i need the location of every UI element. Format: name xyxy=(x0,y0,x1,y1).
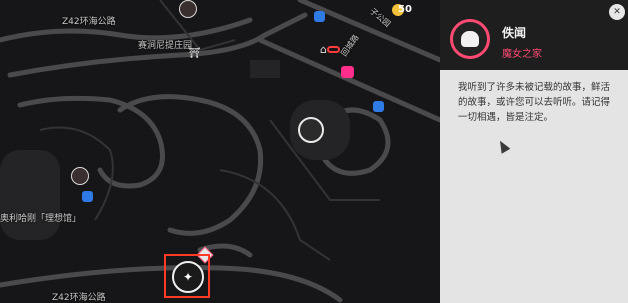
npc-description: 我听到了许多未被记载的故事，鲜活的故事，或许您可以去听听。请记得一切相遇，皆是注… xyxy=(458,82,611,123)
gate-icon: ⛩ xyxy=(188,48,201,59)
chain-icon[interactable] xyxy=(327,46,340,53)
fast-travel-icon[interactable] xyxy=(82,191,93,202)
close-icon[interactable]: ✕ xyxy=(609,4,625,20)
fast-travel-icon[interactable] xyxy=(373,101,384,112)
selected-npc-icon[interactable]: ✦ xyxy=(172,261,204,293)
venue-label: 奥利哈刚「理想馆」 xyxy=(0,214,82,224)
world-map[interactable]: Z42环海公路 赛涧尼提庄园 Z42环海公路 奥利哈刚「理想馆」 回城路 子公园… xyxy=(0,0,440,303)
witch-pin-icon[interactable] xyxy=(298,117,324,143)
npc-detail-panel: 佚闻 魔女之家 ✕ 我听到了许多未被记载的故事，鲜活的故事，或许您可以去听听。请… xyxy=(440,0,628,303)
road-label: Z42环海公路 xyxy=(62,17,116,27)
road-label: Z42环海公路 xyxy=(52,293,106,303)
currency-counter: 50 xyxy=(398,4,412,15)
npc-name: 佚闻 xyxy=(502,26,527,40)
game-screen: Z42环海公路 赛涧尼提庄园 Z42环海公路 奥利哈刚「理想馆」 回城路 子公园… xyxy=(0,0,628,303)
mask-icon[interactable] xyxy=(341,66,354,78)
building-icon[interactable]: ⌂ xyxy=(320,43,327,56)
npc-pin-icon[interactable] xyxy=(71,167,89,185)
witch-avatar-icon xyxy=(450,19,490,59)
npc-pin-icon[interactable] xyxy=(179,0,197,18)
fast-travel-icon[interactable] xyxy=(314,11,325,22)
manor-label: 赛涧尼提庄园 xyxy=(138,41,193,51)
npc-location: 魔女之家 xyxy=(502,49,542,60)
panel-header: 佚闻 魔女之家 ✕ xyxy=(440,0,628,70)
map-roads xyxy=(0,0,440,303)
